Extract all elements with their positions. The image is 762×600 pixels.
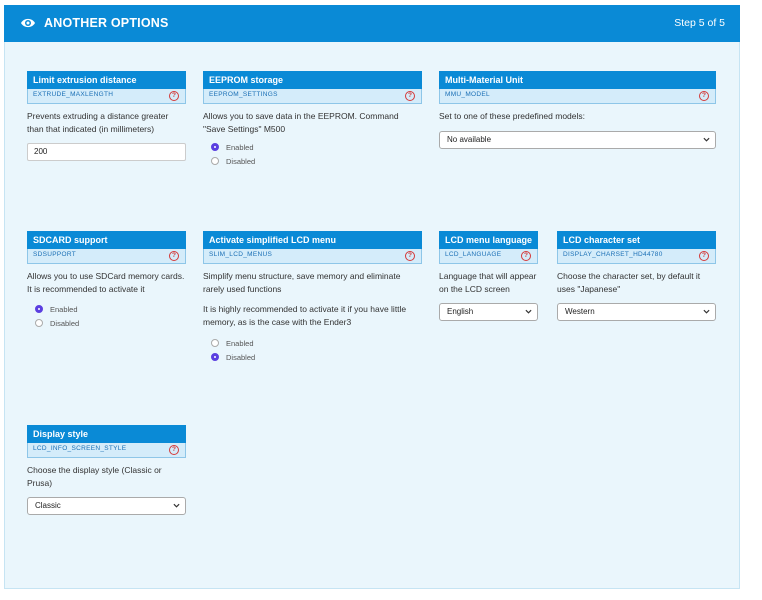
card-key-bar: LCD_INFO_SCREEN_STYLE ? (27, 443, 186, 458)
radio-button-selected[interactable] (35, 305, 43, 313)
radio-disabled[interactable]: Disabled (211, 154, 422, 168)
option-description: Simplify menu structure, save memory and… (203, 271, 401, 294)
option-description: Set to one of these predefined models: (439, 111, 586, 121)
option-description: Allows you to save data in the EEPROM. C… (203, 111, 399, 134)
radio-disabled[interactable]: Disabled (211, 350, 422, 364)
chevron-down-icon (703, 137, 710, 142)
radio-button-selected[interactable] (211, 353, 219, 361)
option-key: MMU_MODEL (445, 91, 490, 98)
radio-button[interactable] (211, 157, 219, 165)
chevron-down-icon (173, 503, 180, 508)
help-icon[interactable]: ? (169, 251, 179, 261)
card-title: EEPROM storage (203, 71, 422, 89)
page-title: ANOTHER OPTIONS (44, 16, 169, 30)
option-description: Language that will appear on the LCD scr… (439, 271, 537, 294)
chevron-down-icon (703, 309, 710, 314)
card-slim-lcd-menus: Activate simplified LCD menu SLIM_LCD_ME… (203, 231, 422, 364)
display-charset-select[interactable]: Western (557, 303, 716, 321)
card-title: Multi-Material Unit (439, 71, 716, 89)
display-style-select[interactable]: Classic (27, 497, 186, 515)
card-extrude-maxlength: Limit extrusion distance EXTRUDE_MAXLENG… (27, 71, 186, 161)
card-key-bar: EEPROM_SETTINGS ? (203, 89, 422, 104)
card-key-bar: SDSUPPORT ? (27, 249, 186, 264)
radio-enabled[interactable]: Enabled (35, 302, 186, 316)
help-icon[interactable]: ? (699, 91, 709, 101)
chevron-down-icon (525, 309, 532, 314)
radio-enabled[interactable]: Enabled (211, 336, 422, 350)
option-key: LCD_LANGUAGE (445, 251, 502, 258)
radio-enabled[interactable]: Enabled (211, 140, 422, 154)
card-key-bar: MMU_MODEL ? (439, 89, 716, 104)
card-title: SDCARD support (27, 231, 186, 249)
card-title: Display style (27, 425, 186, 443)
card-eeprom-settings: EEPROM storage EEPROM_SETTINGS ? Allows … (203, 71, 422, 168)
card-lcd-info-screen-style: Display style LCD_INFO_SCREEN_STYLE ? Ch… (27, 425, 186, 515)
option-note: It is highly recommended to activate it … (203, 304, 407, 327)
card-title: LCD menu language (439, 231, 538, 249)
option-key: SDSUPPORT (33, 251, 77, 258)
card-key-bar: DISPLAY_CHARSET_HD44780 ? (557, 249, 716, 264)
step-indicator: Step 5 of 5 (674, 17, 725, 29)
mmu-model-select[interactable]: No available (439, 130, 716, 149)
card-sdsupport: SDCARD support SDSUPPORT ? Allows you to… (27, 231, 186, 330)
option-key: DISPLAY_CHARSET_HD44780 (563, 251, 663, 258)
card-mmu-model: Multi-Material Unit MMU_MODEL ? Set to o… (439, 71, 716, 149)
option-key: LCD_INFO_SCREEN_STYLE (33, 445, 127, 452)
card-key-bar: SLIM_LCD_MENUS ? (203, 249, 422, 264)
page-header: ANOTHER OPTIONS Step 5 of 5 (4, 5, 740, 42)
extrude-maxlength-input[interactable]: 200 (27, 143, 186, 161)
option-key: EXTRUDE_MAXLENGTH (33, 91, 114, 98)
option-description: Choose the character set, by default it … (557, 271, 701, 294)
option-description: Allows you to use SDCard memory cards. I… (27, 271, 185, 294)
card-lcd-language: LCD menu language LCD_LANGUAGE ? Languag… (439, 231, 538, 321)
card-key-bar: LCD_LANGUAGE ? (439, 249, 538, 264)
help-icon[interactable]: ? (169, 445, 179, 455)
help-icon[interactable]: ? (405, 91, 415, 101)
option-description: Choose the display style (Classic or Pru… (27, 465, 162, 488)
radio-disabled[interactable]: Disabled (35, 316, 186, 330)
card-key-bar: EXTRUDE_MAXLENGTH ? (27, 89, 186, 104)
option-key: EEPROM_SETTINGS (209, 91, 278, 98)
radio-button[interactable] (211, 339, 219, 347)
option-key: SLIM_LCD_MENUS (209, 251, 273, 258)
lcd-language-select[interactable]: English (439, 303, 538, 321)
card-display-charset: LCD character set DISPLAY_CHARSET_HD4478… (557, 231, 716, 321)
help-icon[interactable]: ? (405, 251, 415, 261)
help-icon[interactable]: ? (699, 251, 709, 261)
radio-button-selected[interactable] (211, 143, 219, 151)
card-title: Activate simplified LCD menu (203, 231, 422, 249)
help-icon[interactable]: ? (169, 91, 179, 101)
option-description: Prevents extruding a distance greater th… (27, 111, 169, 134)
card-title: Limit extrusion distance (27, 71, 186, 89)
eye-icon (21, 18, 35, 28)
radio-button[interactable] (35, 319, 43, 327)
help-icon[interactable]: ? (521, 251, 531, 261)
card-title: LCD character set (557, 231, 716, 249)
